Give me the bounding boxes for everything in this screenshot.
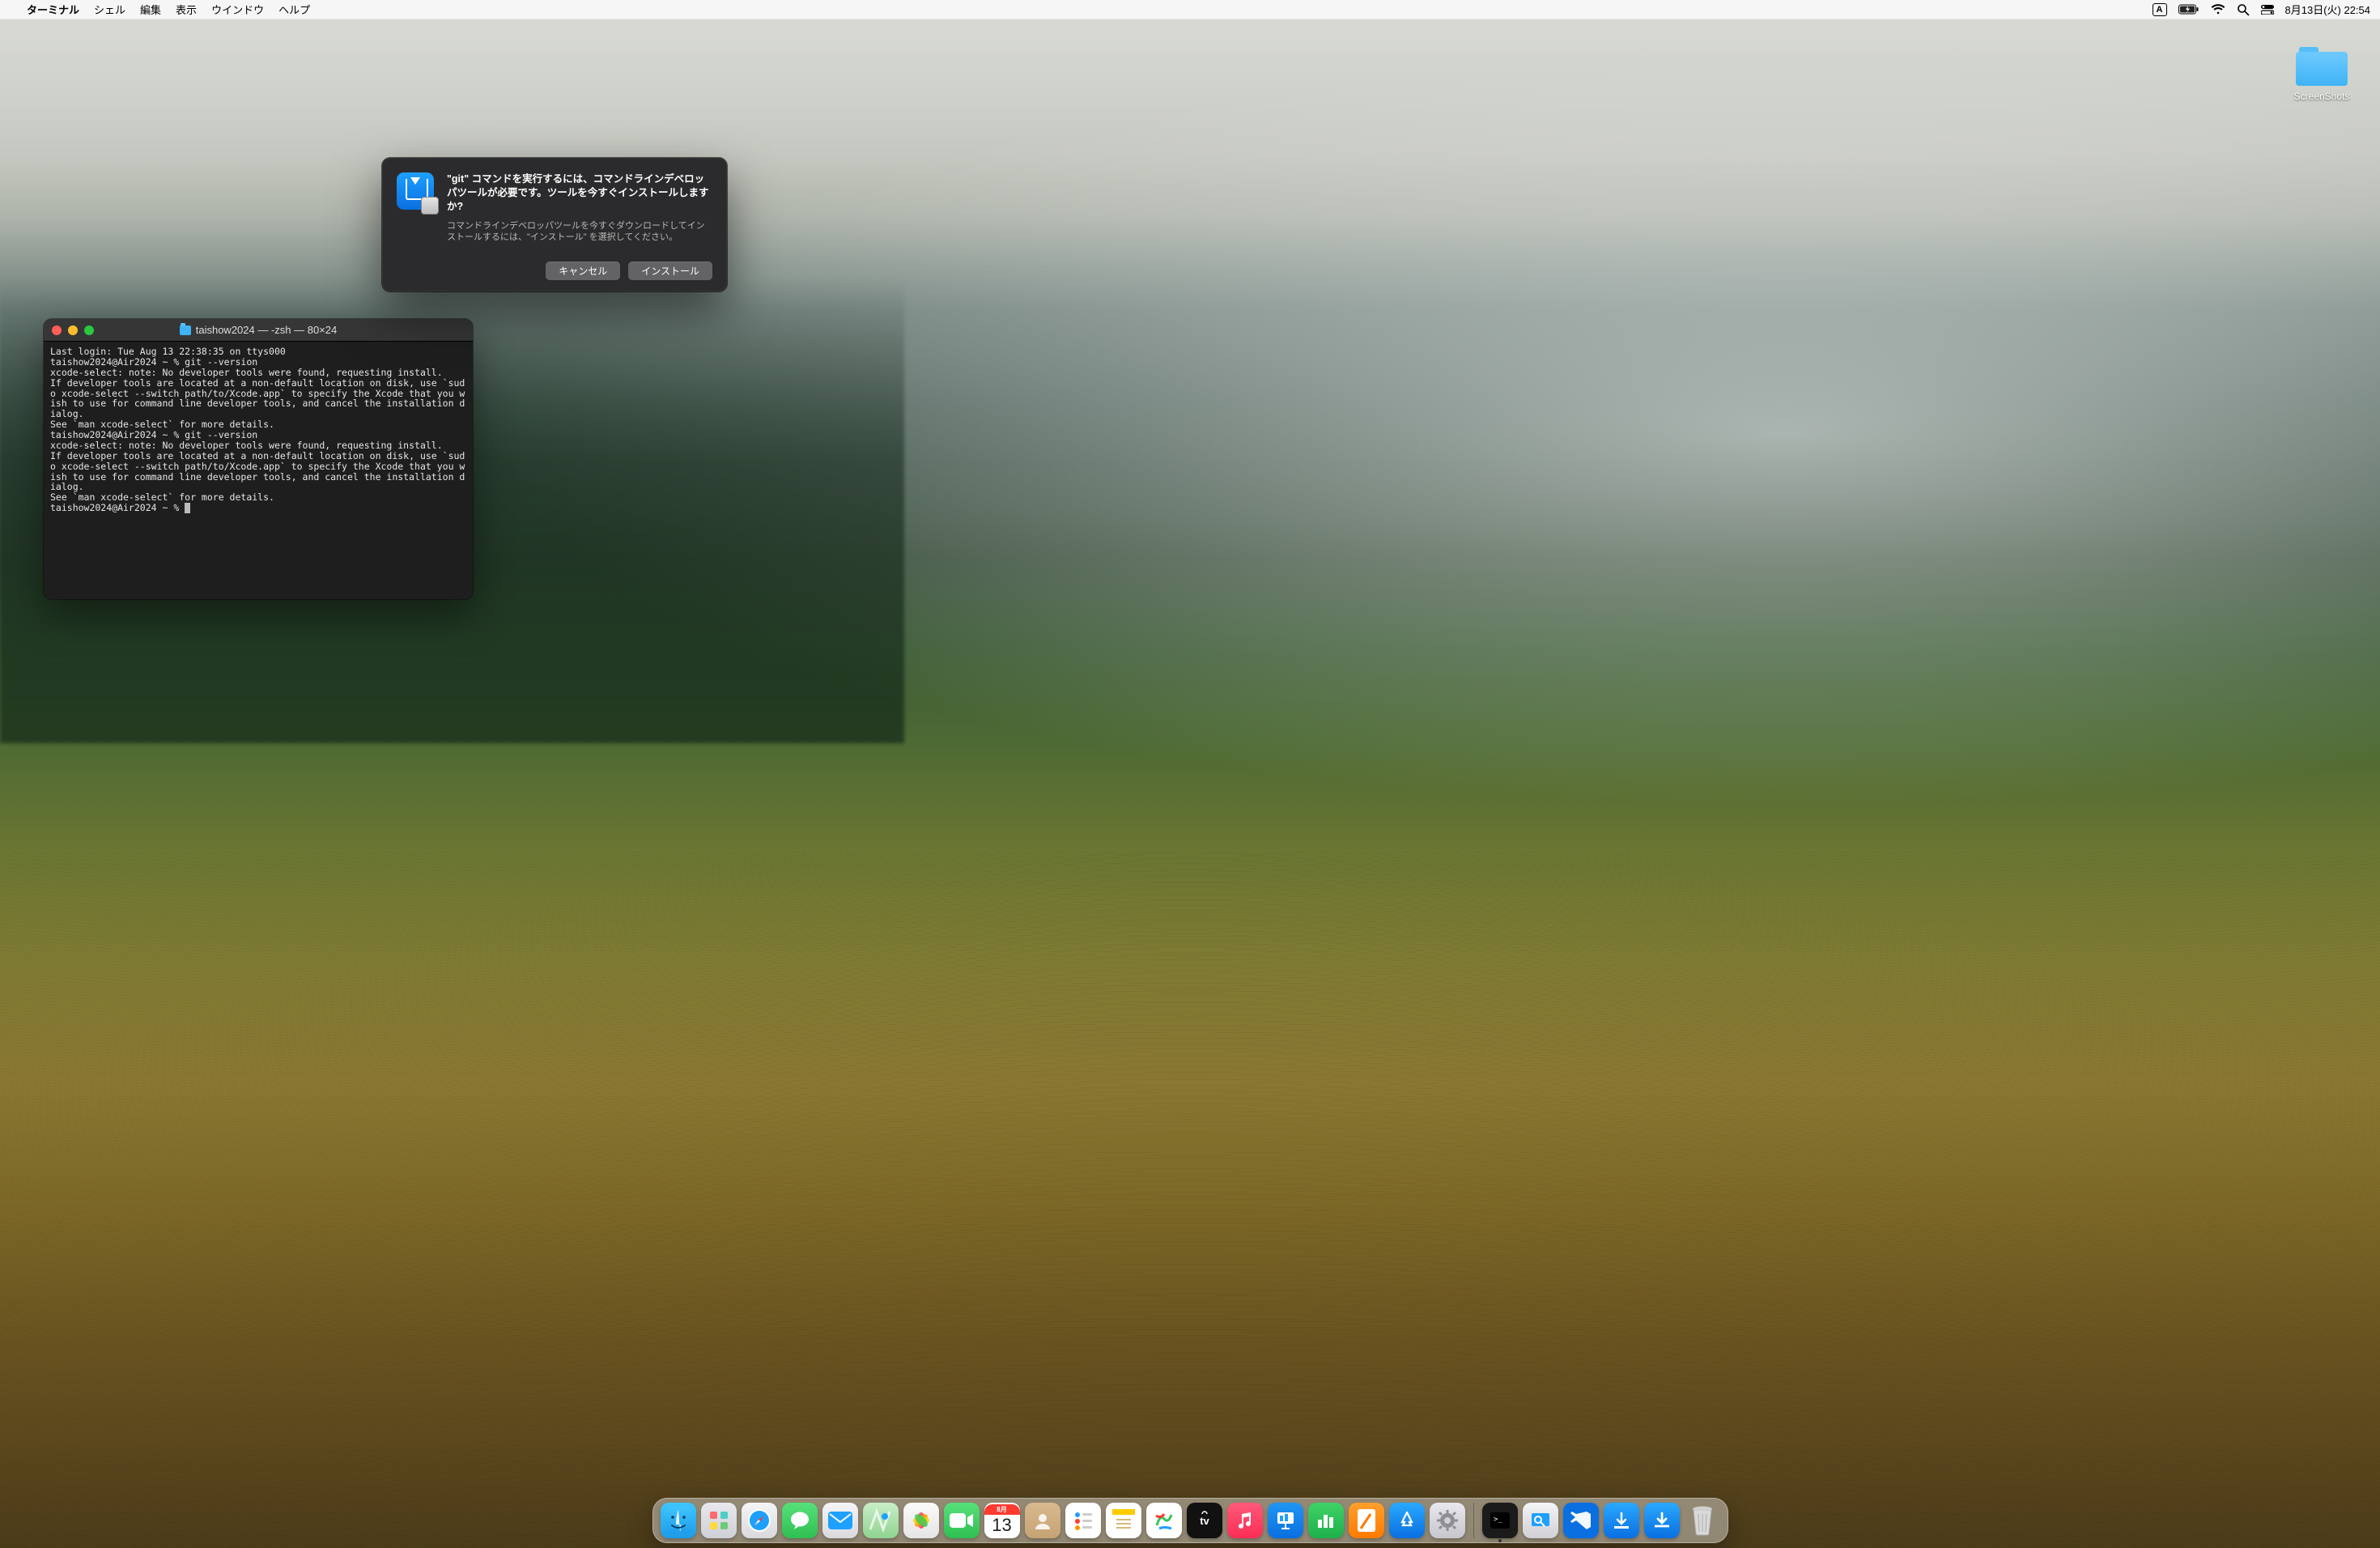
dock-keynote-icon[interactable] bbox=[1268, 1503, 1303, 1538]
minimize-window-button[interactable] bbox=[68, 325, 78, 335]
dock-separator bbox=[1473, 1503, 1474, 1538]
input-source-indicator[interactable]: A bbox=[2153, 3, 2167, 16]
dock-calendar-icon[interactable]: 8月13 bbox=[984, 1503, 1020, 1538]
dialog-subtext: コマンドラインデベロッパツールを今すぐダウンロードしてインストールするには、"イ… bbox=[447, 220, 712, 245]
spotlight-icon[interactable] bbox=[2237, 3, 2250, 16]
installer-download-icon bbox=[397, 172, 434, 210]
dock-vscode-icon[interactable] bbox=[1563, 1503, 1599, 1538]
terminal-cursor bbox=[185, 503, 190, 513]
dock-launchpad-icon[interactable] bbox=[701, 1503, 737, 1538]
cancel-button[interactable]: キャンセル bbox=[546, 262, 620, 280]
desktop-folder-screenshots[interactable]: ScreenShots bbox=[2288, 47, 2356, 102]
svg-text:tv: tv bbox=[1200, 1515, 1209, 1527]
dock-freeform-icon[interactable] bbox=[1146, 1503, 1182, 1538]
dock-contacts-icon[interactable] bbox=[1025, 1503, 1060, 1538]
dock: 8月13 tv >_ bbox=[652, 1498, 1728, 1543]
close-window-button[interactable] bbox=[52, 325, 62, 335]
window-controls bbox=[44, 325, 94, 335]
dock-terminal-icon[interactable]: >_ bbox=[1482, 1503, 1518, 1538]
dock-maps-icon[interactable] bbox=[863, 1503, 899, 1538]
folder-proxy-icon bbox=[180, 325, 191, 335]
folder-icon bbox=[2296, 47, 2348, 86]
dock-pages-icon[interactable] bbox=[1349, 1503, 1384, 1538]
menu-bar-right: A 8月13日(火) 22:54 bbox=[2153, 2, 2372, 17]
app-menu[interactable]: ターミナル bbox=[19, 0, 87, 19]
dock-finder-icon[interactable] bbox=[661, 1503, 696, 1538]
dock-preview-icon[interactable] bbox=[1523, 1503, 1558, 1538]
dock-tv-icon[interactable]: tv bbox=[1187, 1503, 1222, 1538]
terminal-title: taishow2024 — -zsh — 80×24 bbox=[196, 324, 338, 336]
dock-safari-icon[interactable] bbox=[742, 1503, 777, 1538]
menu-view[interactable]: 表示 bbox=[168, 0, 204, 19]
install-clt-dialog: "git" コマンドを実行するには、コマンドラインデベロッパツールが必要です。ツ… bbox=[382, 158, 727, 291]
dock-settings-icon[interactable] bbox=[1430, 1503, 1465, 1538]
zoom-window-button[interactable] bbox=[84, 325, 94, 335]
dock-trash-icon[interactable] bbox=[1685, 1503, 1720, 1538]
dock-reminders-icon[interactable] bbox=[1065, 1503, 1101, 1538]
dock-music-icon[interactable] bbox=[1227, 1503, 1263, 1538]
terminal-titlebar[interactable]: taishow2024 — -zsh — 80×24 bbox=[44, 319, 473, 342]
dock-photos-icon[interactable] bbox=[903, 1503, 939, 1538]
menu-shell[interactable]: シェル bbox=[87, 0, 133, 19]
desktop-wallpaper bbox=[0, 0, 2380, 1548]
desktop-folder-label: ScreenShots bbox=[2288, 91, 2356, 102]
dialog-headline: "git" コマンドを実行するには、コマンドラインデベロッパツールが必要です。ツ… bbox=[447, 172, 712, 214]
control-center-icon[interactable] bbox=[2261, 5, 2274, 15]
terminal-output[interactable]: Last login: Tue Aug 13 22:38:35 on ttys0… bbox=[44, 342, 473, 518]
dock-downloads-icon[interactable] bbox=[1644, 1503, 1680, 1538]
dock-facetime-icon[interactable] bbox=[944, 1503, 980, 1538]
dock-container: 8月13 tv >_ bbox=[0, 1498, 2380, 1543]
terminal-window[interactable]: taishow2024 — -zsh — 80×24 Last login: T… bbox=[44, 319, 473, 599]
apple-menu[interactable] bbox=[8, 0, 19, 19]
dock-numbers-icon[interactable] bbox=[1308, 1503, 1344, 1538]
calendar-day-label: 13 bbox=[992, 1515, 1011, 1536]
menu-bar: ターミナル シェル 編集 表示 ウインドウ ヘルプ A 8月13日(火) 22:… bbox=[0, 0, 2380, 19]
dock-mail-icon[interactable] bbox=[822, 1503, 858, 1538]
battery-icon[interactable] bbox=[2178, 4, 2199, 15]
calendar-month-label: 8月 bbox=[984, 1504, 1020, 1515]
dock-appstore-icon[interactable] bbox=[1389, 1503, 1425, 1538]
menu-window[interactable]: ウインドウ bbox=[204, 0, 271, 19]
wifi-icon[interactable] bbox=[2211, 4, 2225, 15]
menu-help[interactable]: ヘルプ bbox=[271, 0, 317, 19]
install-button[interactable]: インストール bbox=[628, 262, 712, 280]
dock-notes-icon[interactable] bbox=[1106, 1503, 1141, 1538]
svg-text:>_: >_ bbox=[1494, 1516, 1502, 1524]
dock-messages-icon[interactable] bbox=[782, 1503, 818, 1538]
menu-edit[interactable]: 編集 bbox=[133, 0, 168, 19]
menu-bar-left: ターミナル シェル 編集 表示 ウインドウ ヘルプ bbox=[8, 0, 317, 19]
dock-installer-icon[interactable] bbox=[1604, 1503, 1639, 1538]
menu-bar-clock[interactable]: 8月13日(火) 22:54 bbox=[2285, 2, 2371, 17]
